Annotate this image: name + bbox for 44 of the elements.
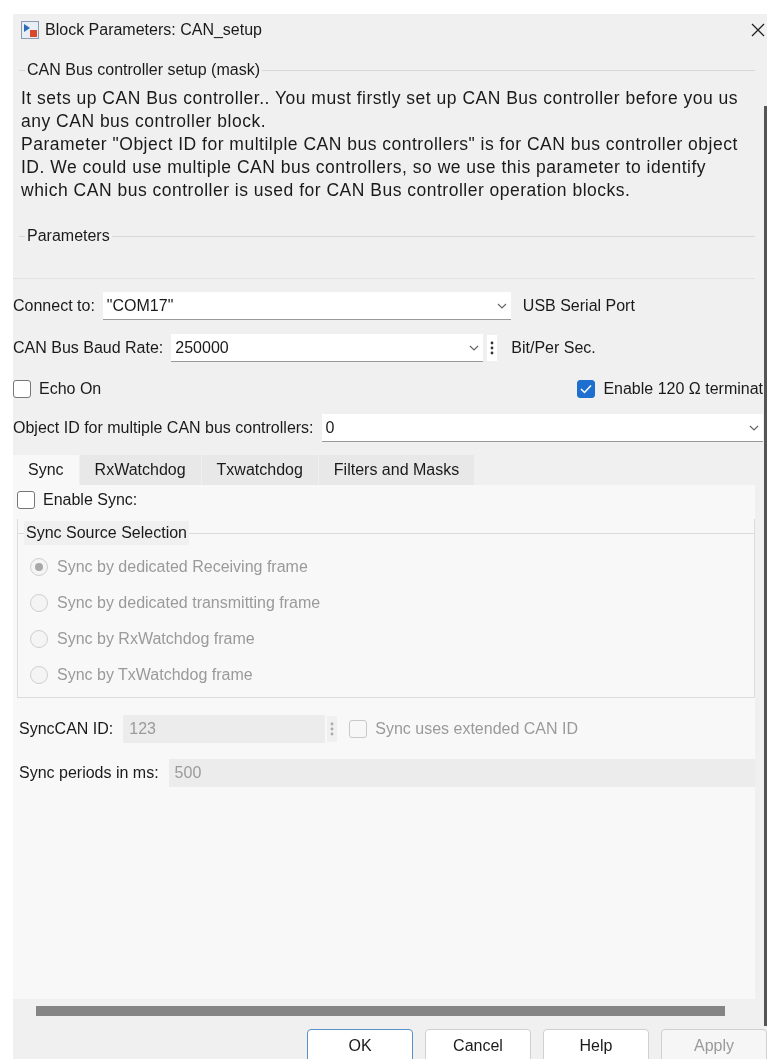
checkbox[interactable]: [17, 491, 35, 509]
checkbox[interactable]: [13, 380, 31, 398]
chevron-down-icon: [749, 424, 759, 431]
dialog-button[interactable]: Cancel: [425, 1029, 531, 1059]
checkbox-label: Enable 120 Ω terminat: [603, 379, 763, 399]
tab[interactable]: Sync: [13, 455, 80, 485]
description-line: any CAN bus controller block.: [21, 110, 268, 133]
tab[interactable]: RxWatchdog: [79, 455, 202, 485]
object-id-dropdown[interactable]: 0: [321, 414, 763, 442]
horizontal-scrollbar[interactable]: [36, 1006, 725, 1016]
checkbox-label: Enable Sync:: [43, 490, 138, 510]
description-line: Parameter "Object ID for multilple CAN bus controllers" is for CAN bus controller object: [21, 133, 739, 156]
description-line: ID. We could use multiple CAN bus controllers, so we use this parameter to identify: [21, 156, 708, 179]
chevron-down-icon: [469, 344, 480, 351]
dialog-button[interactable]: Help: [543, 1029, 649, 1059]
dialog-button[interactable]: OK: [307, 1029, 413, 1059]
window-title: Block Parameters: CAN_setup: [45, 20, 262, 40]
baud-dropdown[interactable]: 250000: [171, 334, 484, 362]
chevron-down-icon: [496, 302, 507, 309]
checkbox-label: Sync uses extended CAN ID: [375, 719, 578, 739]
radio-label: Sync by dedicated Receiving frame: [57, 556, 308, 577]
radio-label: Sync by dedicated transmitting frame: [57, 592, 321, 613]
checkmark-icon: [580, 384, 593, 394]
field-label: CAN Bus Baud Rate:: [13, 338, 164, 358]
group-title: Sync Source Selection: [24, 521, 189, 545]
app-icon: [21, 21, 39, 39]
checkbox[interactable]: [577, 380, 596, 398]
tab[interactable]: Filters and Masks: [318, 455, 476, 485]
baud-note: Bit/Per Sec.: [511, 338, 596, 358]
tab[interactable]: Txwatchdog: [201, 455, 319, 485]
port-dropdown[interactable]: "COM17": [102, 292, 511, 320]
field-label: SyncCAN ID:: [19, 719, 114, 739]
checkbox-label: Echo On: [39, 379, 102, 399]
port-note: USB Serial Port: [522, 296, 635, 316]
field-label: Sync periods in ms:: [19, 763, 159, 783]
radio-label: Sync by RxWatchdog frame: [57, 628, 255, 649]
vertical-scrollbar[interactable]: [764, 106, 767, 1026]
description-line: which CAN bus controller is used for CAN Bus controller operation blocks.: [21, 179, 632, 202]
close-icon[interactable]: [751, 23, 765, 37]
description-line: It sets up CAN Bus controller.. You must firstly set up CAN Bus controller before you us: [21, 87, 740, 110]
field-label: Object ID for multiple CAN bus controllers:: [13, 418, 314, 438]
field-label: Connect to:: [13, 296, 95, 316]
radio-label: Sync by TxWatchdog frame: [57, 664, 253, 685]
more-icon[interactable]: [490, 341, 495, 355]
